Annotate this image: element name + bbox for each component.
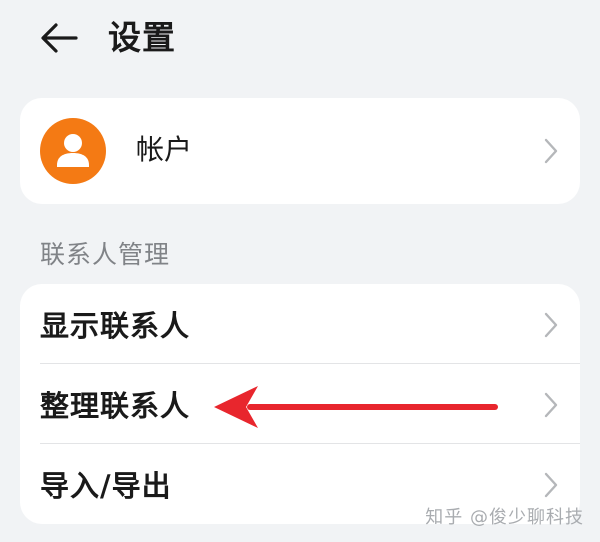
contacts-management-list: 显示联系人 整理联系人 导入/导出: [20, 284, 580, 524]
page-title: 设置: [108, 18, 176, 57]
chevron-right-icon: [544, 472, 558, 498]
chevron-right-icon: [544, 138, 558, 164]
chevron-right-icon: [544, 312, 558, 338]
account-card[interactable]: 帐户: [20, 98, 580, 204]
back-button[interactable]: [36, 18, 80, 58]
list-item-label: 整理联系人: [40, 389, 191, 423]
list-item-show-contacts[interactable]: 显示联系人: [20, 284, 580, 364]
list-item-organize-contacts[interactable]: 整理联系人: [20, 364, 580, 444]
list-item-label: 导入/导出: [40, 469, 172, 503]
arrow-left-icon: [41, 23, 78, 53]
watermark: 知乎 @俊少聊科技: [425, 507, 584, 528]
section-title-contacts: 联系人管理: [40, 240, 171, 269]
account-label: 帐户: [136, 133, 193, 166]
chevron-right-icon: [544, 392, 558, 418]
title-bar: 设置: [0, 0, 600, 80]
list-item-label: 显示联系人: [40, 309, 191, 343]
avatar: [40, 118, 106, 184]
user-icon: [57, 134, 89, 167]
